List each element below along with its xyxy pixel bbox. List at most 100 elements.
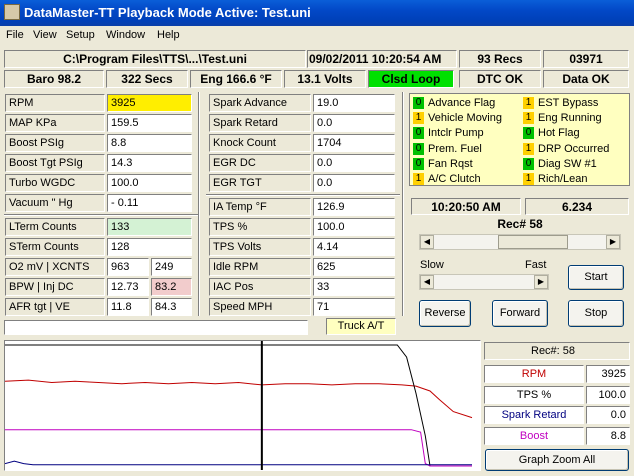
dtc-status: DTC OK bbox=[459, 70, 541, 88]
speed-left-icon[interactable]: ◀ bbox=[420, 275, 434, 289]
param-label: EGR TGT bbox=[209, 174, 311, 192]
date-time: 09/02/2011 10:20:54 AM bbox=[307, 50, 457, 68]
param-label: Boost Tgt PSIg bbox=[5, 154, 105, 172]
stop-button[interactable]: Stop bbox=[568, 300, 624, 327]
menu-help[interactable]: Help bbox=[157, 29, 180, 41]
param-label: Idle RPM bbox=[209, 258, 311, 276]
slow-label: Slow bbox=[420, 259, 444, 271]
param-value: 0.0 bbox=[313, 114, 395, 132]
menu-file[interactable]: File bbox=[6, 29, 24, 41]
data-status: Data OK bbox=[543, 70, 629, 88]
flag-indicator: 1 bbox=[523, 173, 534, 185]
start-button[interactable]: Start bbox=[568, 265, 624, 290]
param-value: 249 bbox=[151, 258, 192, 276]
status-flag: 1 Eng Running bbox=[523, 111, 602, 125]
flag-indicator: 1 bbox=[523, 142, 534, 155]
position-thumb[interactable] bbox=[498, 235, 569, 249]
window-title: DataMaster-TT Playback Mode Active: Test… bbox=[24, 5, 311, 20]
status-flag: 0 Hot Flag bbox=[523, 126, 580, 140]
flag-indicator: 0 bbox=[413, 142, 424, 155]
param-label: LTerm Counts bbox=[5, 218, 105, 236]
message-field bbox=[4, 320, 308, 335]
flag-indicator: 0 bbox=[413, 127, 424, 140]
status-flag: 0 Prem. Fuel bbox=[413, 142, 482, 156]
divider bbox=[198, 92, 200, 316]
app-icon[interactable] bbox=[4, 4, 20, 20]
param-label: IAC Pos bbox=[209, 278, 311, 296]
series-line-2 bbox=[5, 429, 472, 467]
param-value: 3925 bbox=[107, 94, 192, 112]
fast-label: Fast bbox=[525, 259, 547, 271]
reverse-button[interactable]: Reverse bbox=[419, 300, 471, 327]
flag-label: Advance Flag bbox=[428, 97, 496, 109]
graph-series-value: 100.0 bbox=[586, 385, 630, 404]
param-value: 625 bbox=[313, 258, 395, 276]
param-label: Vacuum " Hg bbox=[5, 194, 105, 212]
graph-zoom-all-button[interactable]: Graph Zoom All bbox=[485, 449, 629, 471]
series-line-3 bbox=[5, 460, 472, 466]
flag-indicator: 1 bbox=[413, 173, 424, 185]
divider bbox=[4, 214, 200, 216]
baro-readout: Baro 98.2 bbox=[4, 70, 104, 88]
speed-right-icon[interactable]: ▶ bbox=[534, 275, 548, 289]
graph-area[interactable] bbox=[4, 340, 481, 471]
flag-indicator: 1 bbox=[523, 112, 534, 125]
param-value: 14.3 bbox=[107, 154, 192, 172]
param-value: 0.0 bbox=[313, 154, 395, 172]
status-flag: 1 A/C Clutch bbox=[413, 172, 481, 186]
param-value: 83.2 bbox=[151, 278, 192, 296]
param-label: Spark Retard bbox=[209, 114, 311, 132]
playback-rec: Rec# 58 bbox=[497, 217, 543, 231]
menu-window[interactable]: Window bbox=[106, 29, 145, 41]
flag-label: EST Bypass bbox=[538, 97, 599, 109]
param-label: O2 mV | XCNTS bbox=[5, 258, 105, 276]
status-flag: 1 DRP Occurred bbox=[523, 142, 609, 156]
divider bbox=[206, 194, 400, 196]
flag-label: Rich/Lean bbox=[538, 173, 588, 185]
param-value: 71 bbox=[313, 298, 395, 316]
scroll-left-icon[interactable]: ◀ bbox=[420, 235, 434, 249]
secs-readout: 322 Secs bbox=[106, 70, 188, 88]
param-label: AFR tgt | VE bbox=[5, 298, 105, 316]
param-label: STerm Counts bbox=[5, 238, 105, 256]
menu-setup[interactable]: Setup bbox=[66, 29, 95, 41]
graph-series-label: TPS % bbox=[484, 385, 584, 404]
param-value: 963 bbox=[107, 258, 149, 276]
param-value: 0.0 bbox=[313, 174, 395, 192]
param-value: 12.73 bbox=[107, 278, 149, 296]
param-label: EGR DC bbox=[209, 154, 311, 172]
param-label: RPM bbox=[5, 94, 105, 112]
graph-series-label: RPM bbox=[484, 365, 584, 383]
forward-button[interactable]: Forward bbox=[492, 300, 548, 327]
flag-label: Vehicle Moving bbox=[428, 112, 502, 125]
speed-scrollbar[interactable]: ◀ ▶ bbox=[419, 274, 549, 290]
flag-indicator: 1 bbox=[413, 112, 424, 125]
graph-series-value: 0.0 bbox=[586, 406, 630, 424]
param-value: 126.9 bbox=[313, 198, 395, 216]
flags-panel: 0 Advance Flag 1 EST Bypass 1 Vehicle Moving 1… bbox=[409, 93, 630, 186]
flag-label: Prem. Fuel bbox=[428, 142, 482, 155]
flag-indicator: 0 bbox=[523, 127, 534, 140]
graph-series-value: 8.8 bbox=[586, 426, 630, 445]
param-value: 33 bbox=[313, 278, 395, 296]
menu-view[interactable]: View bbox=[33, 29, 57, 41]
eng-temp-readout: Eng 166.6 °F bbox=[190, 70, 282, 88]
status-flag: 1 Vehicle Moving bbox=[413, 111, 502, 125]
flag-indicator: 0 bbox=[413, 97, 424, 109]
status-flag: 0 Diag SW #1 bbox=[523, 157, 597, 171]
graph-series-label: Boost bbox=[484, 426, 584, 445]
flag-label: A/C Clutch bbox=[428, 173, 481, 185]
series-line-0 bbox=[5, 379, 473, 419]
position-scrollbar[interactable]: ◀ ▶ bbox=[419, 234, 621, 250]
param-label: Turbo WGDC bbox=[5, 174, 105, 192]
status-flag: 0 Advance Flag bbox=[413, 96, 495, 110]
param-value: 100.0 bbox=[107, 174, 192, 192]
graph-series-label: Spark Retard bbox=[484, 406, 584, 424]
truck-label: Truck A/T bbox=[326, 318, 396, 335]
series-line-1 bbox=[5, 344, 472, 467]
param-label: Boost PSIg bbox=[5, 134, 105, 152]
speed-thumb[interactable] bbox=[443, 275, 528, 289]
param-value: 84.3 bbox=[151, 298, 192, 316]
status-flag: 0 Fan Rqst bbox=[413, 157, 473, 171]
scroll-right-icon[interactable]: ▶ bbox=[606, 235, 620, 249]
